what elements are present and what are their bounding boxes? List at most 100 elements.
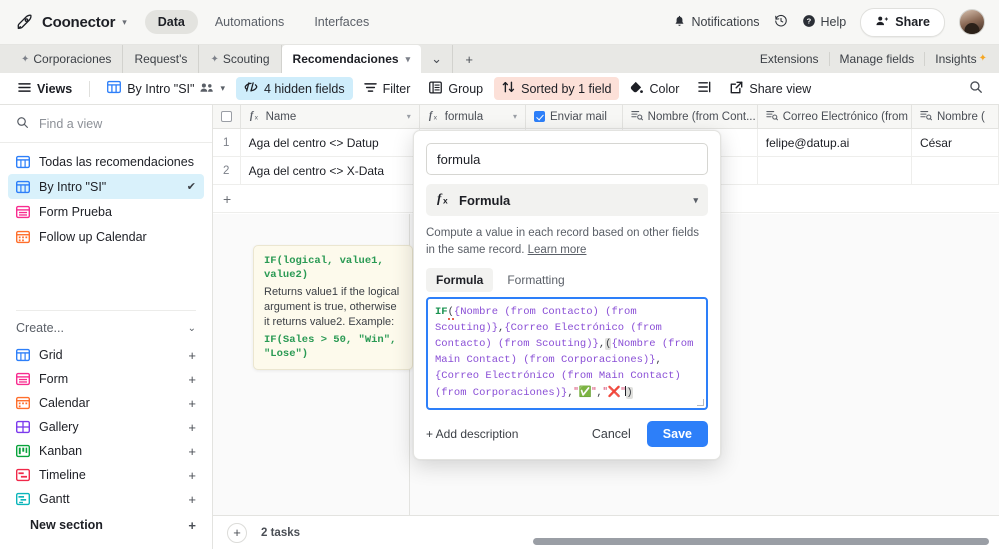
- grid-view-icon: [16, 348, 30, 362]
- create-timeline[interactable]: Timeline +: [0, 463, 212, 487]
- history-button[interactable]: [774, 14, 788, 31]
- function-signature: IF(logical, value1, value2): [264, 255, 384, 282]
- create-gantt[interactable]: Gantt +: [0, 487, 212, 511]
- plus-icon[interactable]: +: [188, 468, 196, 483]
- sidebar-view-label: Todas las recomendaciones: [39, 154, 194, 169]
- horizontal-scrollbar[interactable]: [533, 538, 989, 545]
- learn-more-link[interactable]: Learn more: [528, 244, 587, 256]
- plus-icon[interactable]: +: [188, 348, 196, 363]
- share-label: Share: [895, 15, 930, 29]
- table-tab-scouting[interactable]: ✦ Scouting: [199, 45, 282, 73]
- plus-icon[interactable]: +: [188, 492, 196, 507]
- chevron-down-icon[interactable]: ▾: [513, 112, 517, 121]
- column-header-name[interactable]: fx Name ▾: [241, 105, 420, 128]
- question-circle-icon: ?: [802, 14, 816, 31]
- create-grid[interactable]: Grid +: [0, 343, 212, 367]
- sidebar-view-by-intro-si[interactable]: By Intro "SI" ✔: [8, 174, 204, 199]
- help-button[interactable]: ? Help: [802, 14, 846, 31]
- cell-nombre-2[interactable]: César: [912, 129, 999, 156]
- color-button[interactable]: Color: [622, 77, 687, 101]
- table-tab-requests[interactable]: Request's: [123, 45, 200, 73]
- table-tab-corporaciones[interactable]: ✦ Corporaciones: [10, 45, 124, 73]
- column-header-nombre-from-contacto[interactable]: Nombre (from Cont... ▾: [623, 105, 758, 128]
- cell-correo[interactable]: felipe@datup.ai: [758, 129, 912, 156]
- grid-view-icon: [16, 155, 30, 169]
- toolbar-divider: [89, 80, 91, 97]
- column-header-formula[interactable]: fx formula ▾: [420, 105, 526, 128]
- cell-name[interactable]: Aga del centro <> X-Data: [241, 157, 420, 184]
- people-icon: [875, 14, 889, 31]
- cancel-button[interactable]: Cancel: [586, 422, 637, 446]
- sidebar-view-label: Follow up Calendar: [39, 229, 147, 244]
- create-gallery[interactable]: Gallery +: [0, 415, 212, 439]
- add-description-button[interactable]: + Add description: [426, 427, 518, 441]
- manage-fields-button[interactable]: Manage fields: [830, 52, 926, 66]
- tab-data[interactable]: Data: [144, 10, 198, 34]
- record-count: 2 tasks: [261, 526, 301, 539]
- group-button[interactable]: Group: [421, 77, 491, 101]
- filter-button[interactable]: Filter: [356, 78, 419, 100]
- avatar[interactable]: [959, 9, 985, 35]
- notifications-button[interactable]: Notifications: [673, 14, 760, 30]
- add-record-button[interactable]: +: [227, 522, 247, 543]
- field-type-description: Compute a value in each record based on …: [426, 225, 708, 258]
- sidebar-view-todas[interactable]: Todas las recomendaciones: [8, 149, 204, 174]
- tab-interfaces[interactable]: Interfaces: [301, 10, 382, 34]
- create-kanban[interactable]: Kanban +: [0, 439, 212, 463]
- cell-name[interactable]: Aga del centro <> Datup: [241, 129, 420, 156]
- history-clock-icon: [774, 14, 788, 31]
- function-description: Returns value1 if the logical argument i…: [264, 286, 400, 329]
- share-view-button[interactable]: Share view: [722, 77, 819, 101]
- current-view-button[interactable]: By Intro "SI" ▾: [99, 76, 233, 101]
- create-form[interactable]: Form +: [0, 367, 212, 391]
- table-tab-label: Corporaciones: [33, 52, 112, 66]
- select-all-checkbox[interactable]: [213, 105, 241, 128]
- plus-icon[interactable]: +: [188, 518, 196, 533]
- hidden-fields-button[interactable]: 4 hidden fields: [235, 77, 353, 100]
- create-row-label: Timeline: [39, 468, 86, 482]
- plus-icon[interactable]: +: [188, 396, 196, 411]
- cell-nombre-2[interactable]: [912, 157, 999, 184]
- chevron-down-icon[interactable]: ▾: [122, 17, 127, 28]
- views-toggle-button[interactable]: Views: [10, 78, 80, 100]
- tables-overflow-button[interactable]: ⌄: [421, 45, 454, 73]
- extensions-button[interactable]: Extensions: [750, 52, 830, 66]
- search-button[interactable]: [969, 80, 989, 97]
- field-name-input[interactable]: [426, 143, 708, 175]
- plus-icon[interactable]: +: [188, 444, 196, 459]
- tab-automations[interactable]: Automations: [202, 10, 297, 34]
- tab-formatting[interactable]: Formatting: [497, 268, 574, 292]
- insights-button[interactable]: Insights ✦: [925, 52, 987, 66]
- lookup-icon: [920, 109, 932, 124]
- find-view-input[interactable]: [37, 115, 202, 132]
- plus-icon[interactable]: +: [188, 420, 196, 435]
- row-number: 2: [213, 157, 241, 184]
- table-tab-recomendaciones[interactable]: Recomendaciones ▾: [281, 45, 422, 73]
- formula-editor[interactable]: IF({Nombre (from Contacto) (from Scoutin…: [426, 297, 708, 411]
- resize-handle-icon[interactable]: [697, 399, 704, 407]
- sidebar-view-form-prueba[interactable]: Form Prueba: [8, 199, 204, 224]
- form-view-icon: [16, 372, 30, 386]
- search-icon: [969, 80, 983, 97]
- save-button[interactable]: Save: [646, 421, 708, 448]
- chevron-down-icon[interactable]: ▾: [407, 112, 411, 121]
- field-type-select[interactable]: fx Formula ▾: [426, 184, 708, 216]
- sort-button[interactable]: Sorted by 1 field: [494, 77, 620, 100]
- new-section-button[interactable]: New section +: [0, 511, 212, 539]
- add-table-button[interactable]: +: [453, 45, 485, 73]
- column-header-nombre-2[interactable]: Nombre (: [912, 105, 999, 128]
- sidebar-view-follow-up-calendar[interactable]: Follow up Calendar: [8, 224, 204, 249]
- plus-icon[interactable]: +: [188, 372, 196, 387]
- chevron-down-icon[interactable]: ▾: [406, 54, 411, 65]
- column-header-correo-electronico[interactable]: Correo Electrónico (from C... ▾: [758, 105, 912, 128]
- column-header-enviar-mail[interactable]: Enviar mail: [526, 105, 623, 128]
- chevron-down-icon[interactable]: ▾: [220, 83, 225, 94]
- tab-formula[interactable]: Formula: [426, 268, 494, 293]
- cell-correo[interactable]: [758, 157, 912, 184]
- share-button[interactable]: Share: [860, 7, 945, 37]
- create-header[interactable]: Create... ⌄: [0, 311, 212, 343]
- row-height-button[interactable]: [690, 77, 719, 100]
- top-tab-group: Data Automations Interfaces: [144, 10, 382, 34]
- create-calendar[interactable]: Calendar +: [0, 391, 212, 415]
- column-header-label: Correo Electrónico (from C...: [782, 110, 911, 123]
